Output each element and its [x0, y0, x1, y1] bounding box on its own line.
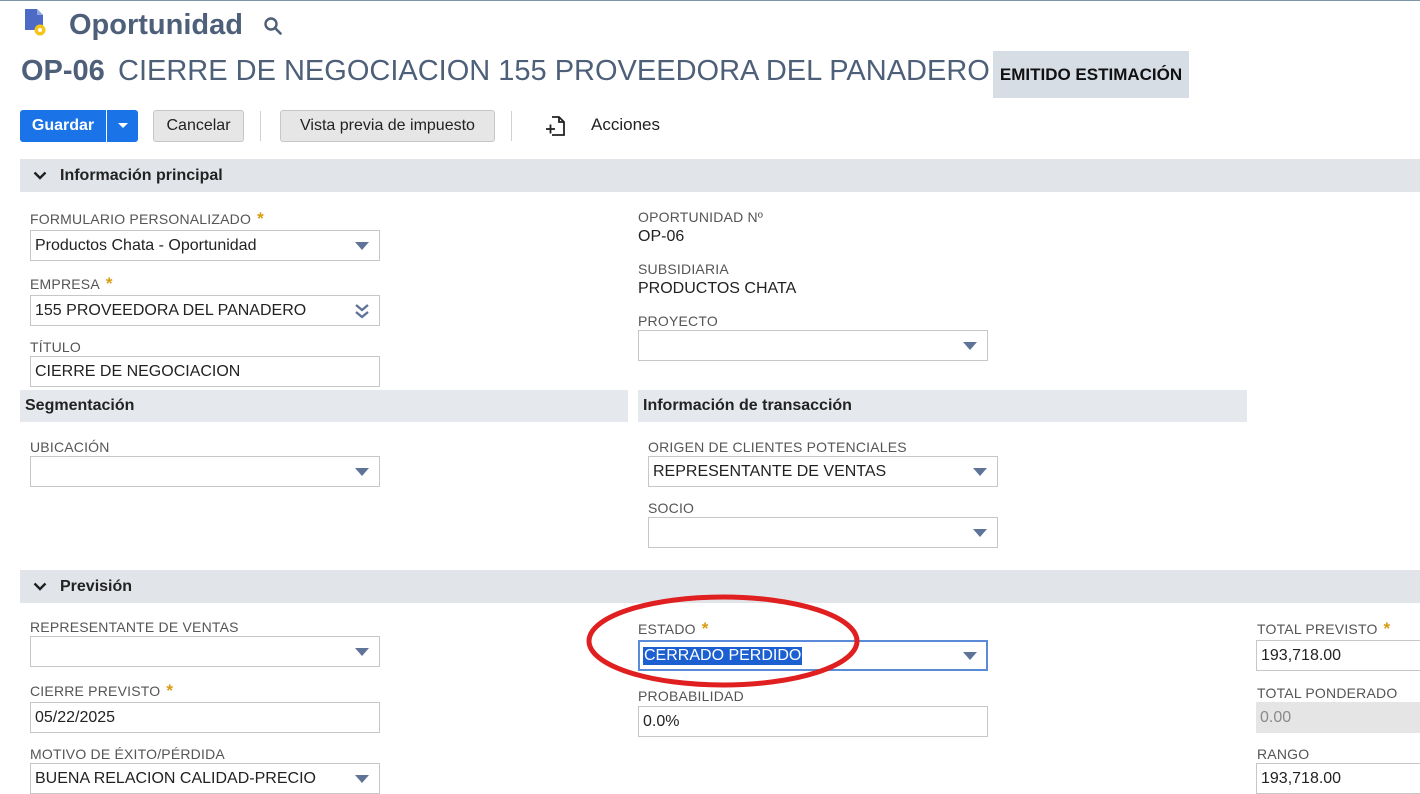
- caret-down-icon: [963, 652, 977, 660]
- opportunity-number-label: OPORTUNIDAD Nº: [638, 209, 764, 225]
- opportunity-number-value: OP-06: [638, 228, 685, 245]
- caret-down-icon: [963, 342, 977, 350]
- expected-close-label: CIERRE PREVISTO *: [30, 681, 174, 700]
- save-options-button[interactable]: [107, 110, 138, 142]
- sales-rep-select[interactable]: [30, 636, 380, 667]
- custom-form-label: FORMULARIO PERSONALIZADO *: [30, 209, 264, 228]
- location-label: UBICACIÓN: [30, 439, 110, 455]
- section-title: Previsión: [60, 577, 133, 595]
- status-value: CERRADO PERDIDO: [643, 646, 803, 665]
- title-input[interactable]: CIERRE DE NEGOCIACION: [30, 356, 380, 387]
- range-label: RANGO: [1257, 746, 1310, 762]
- company-label: EMPRESA *: [30, 274, 113, 293]
- win-loss-reason-label: MOTIVO DE ÉXITO/PÉRDIDA: [30, 746, 225, 762]
- project-label: PROYECTO: [638, 313, 718, 329]
- section-main-info[interactable]: Información principal: [20, 159, 1420, 192]
- document-add-icon[interactable]: [544, 114, 568, 138]
- toolbar-divider: [511, 111, 512, 141]
- status-badge: EMITIDO ESTIMACIÓN: [993, 51, 1189, 98]
- subsection-segmentation: Segmentación: [20, 390, 628, 422]
- top-border: [0, 0, 1420, 1]
- title-label: TÍTULO: [30, 339, 81, 355]
- tax-preview-button[interactable]: Vista previa de impuesto: [280, 110, 495, 142]
- document-gear-icon: [25, 9, 46, 36]
- company-select[interactable]: 155 PROVEEDORA DEL PANADERO: [30, 295, 380, 326]
- sales-rep-label: REPRESENTANTE DE VENTAS: [30, 619, 239, 635]
- search-icon[interactable]: [263, 16, 283, 36]
- double-chevron-down-icon: [355, 304, 369, 319]
- toolbar-divider: [260, 111, 261, 141]
- subsidiary-value: PRODUCTOS CHATA: [638, 280, 797, 297]
- transaction-name: CIERRE DE NEGOCIACION 155 PROVEEDORA DEL…: [118, 55, 990, 87]
- status-select[interactable]: CERRADO PERDIDO: [638, 640, 988, 671]
- location-select[interactable]: [30, 456, 380, 487]
- caret-down-icon: [355, 468, 369, 476]
- weighted-total-label: TOTAL PONDERADO: [1257, 685, 1398, 701]
- probability-input[interactable]: 0.0%: [638, 706, 988, 737]
- chevron-down-icon: [20, 159, 60, 192]
- caret-down-icon: [355, 648, 369, 656]
- caret-down-icon: [355, 242, 369, 250]
- partner-select[interactable]: [648, 517, 998, 548]
- partner-label: SOCIO: [648, 500, 695, 516]
- caret-down-icon: [355, 775, 369, 783]
- lead-source-select[interactable]: REPRESENTANTE DE VENTAS: [648, 456, 998, 487]
- lead-source-label: ORIGEN DE CLIENTES POTENCIALES: [648, 439, 907, 455]
- range-input[interactable]: 193,718.00: [1256, 763, 1420, 794]
- caret-down-icon: [973, 468, 987, 476]
- weighted-total-field: 0.00: [1256, 702, 1420, 733]
- status-label: ESTADO *: [638, 619, 709, 638]
- probability-label: PROBABILIDAD: [638, 688, 744, 704]
- custom-form-select[interactable]: Productos Chata - Oportunidad: [30, 230, 380, 261]
- projected-total-label: TOTAL PREVISTO *: [1257, 619, 1391, 638]
- cancel-button[interactable]: Cancelar: [153, 110, 244, 142]
- win-loss-reason-select[interactable]: BUENA RELACION CALIDAD-PRECIO: [30, 763, 380, 794]
- section-title: Información principal: [60, 166, 223, 184]
- project-select[interactable]: [638, 330, 988, 361]
- projected-total-input[interactable]: 193,718.00: [1256, 640, 1420, 671]
- subsection-transaction-info: Información de transacción: [638, 390, 1247, 422]
- chevron-down-icon: [20, 570, 60, 603]
- caret-down-icon: [117, 123, 128, 128]
- actions-menu[interactable]: Acciones: [591, 115, 660, 135]
- save-button[interactable]: Guardar: [20, 110, 106, 142]
- caret-down-icon: [973, 529, 987, 537]
- record-type-title: Oportunidad: [69, 9, 243, 41]
- section-forecast[interactable]: Previsión: [20, 570, 1420, 603]
- expected-close-input[interactable]: 05/22/2025: [30, 702, 380, 733]
- transaction-number: OP-06: [21, 55, 105, 87]
- subsidiary-label: SUBSIDIARIA: [638, 261, 729, 277]
